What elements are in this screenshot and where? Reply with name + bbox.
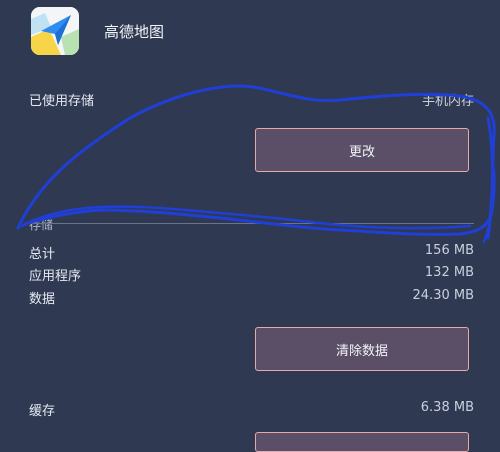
app-size-value: 132 MB [424,265,474,280]
storage-used-label: 已使用存储 [29,94,95,109]
amap-logo-icon [31,7,79,55]
data-size-label: 数据 [29,292,56,307]
change-storage-button[interactable]: 更改 [255,128,469,172]
storage-section-label: 存储 [29,218,54,232]
scribble-annotation [16,84,496,244]
storage-location-value: 手机内存 [421,94,474,109]
cache-value: 6.38 MB [420,400,474,415]
clear-cache-button[interactable] [255,432,469,452]
data-size-value: 24.30 MB [412,288,474,303]
cache-label: 缓存 [29,404,56,419]
total-label: 总计 [29,247,56,262]
total-value: 156 MB [424,243,474,258]
app-size-label: 应用程序 [29,269,82,284]
section-divider [29,223,474,224]
app-name: 高德地图 [104,23,165,41]
clear-data-button[interactable]: 清除数据 [255,327,469,371]
